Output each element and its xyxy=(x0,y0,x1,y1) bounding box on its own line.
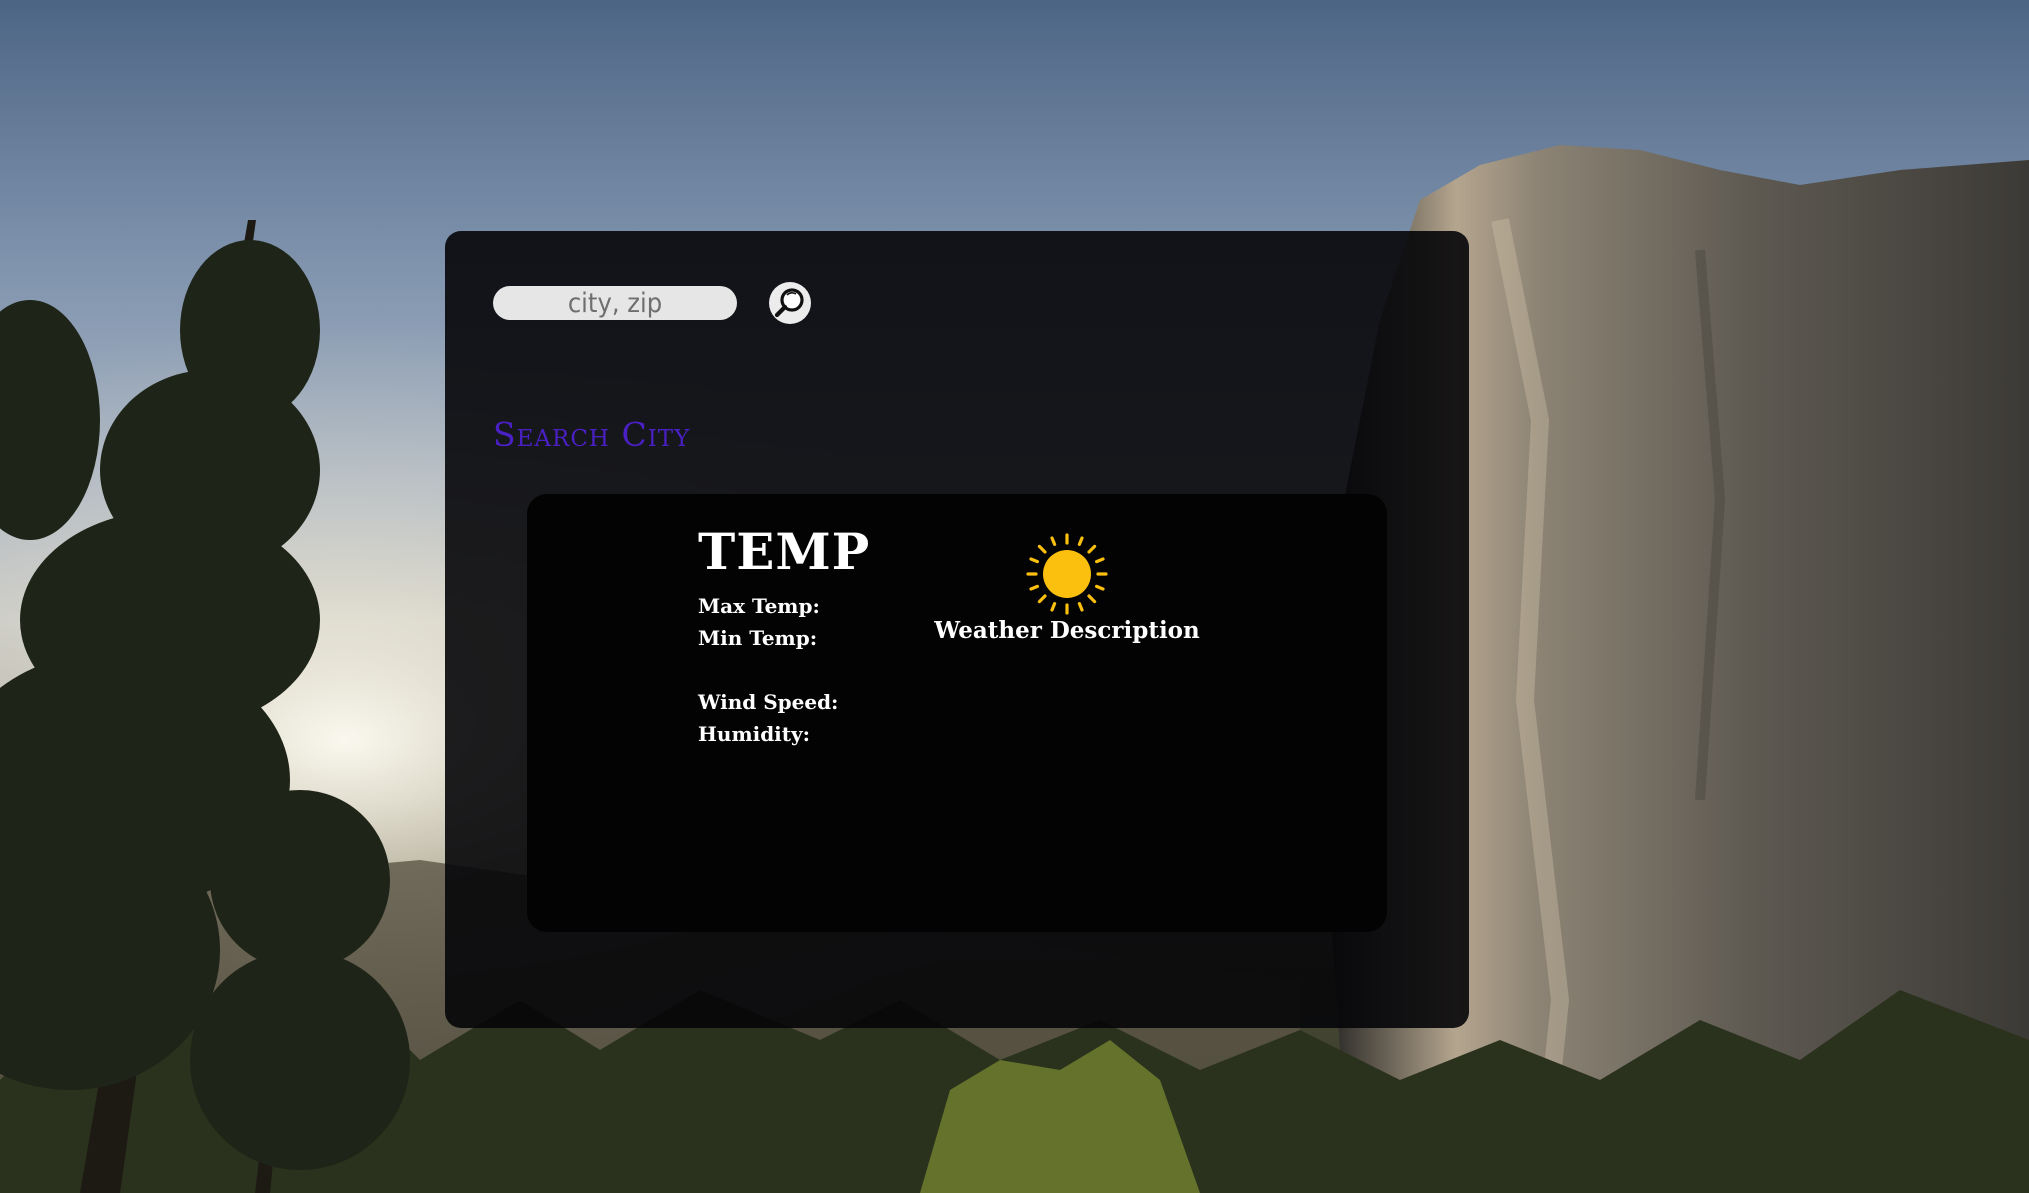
search-input[interactable] xyxy=(493,286,737,320)
wind-speed-label: Wind Speed: xyxy=(698,690,839,714)
weather-panel: Search City TEMP Max Temp: Min Temp: Win… xyxy=(445,231,1469,1028)
temp-heading: TEMP xyxy=(698,522,871,581)
humidity-label: Humidity: xyxy=(698,722,811,746)
search-button[interactable] xyxy=(769,282,811,324)
search-icon xyxy=(774,288,804,318)
min-temp-label: Min Temp: xyxy=(698,626,818,650)
weather-card: TEMP Max Temp: Min Temp: Wind Speed: Hum… xyxy=(527,494,1387,932)
sun-icon xyxy=(1026,533,1108,615)
section-title: Search City xyxy=(493,415,691,454)
max-temp-label: Max Temp: xyxy=(698,594,820,618)
weather-description: Weather Description xyxy=(934,617,1200,644)
